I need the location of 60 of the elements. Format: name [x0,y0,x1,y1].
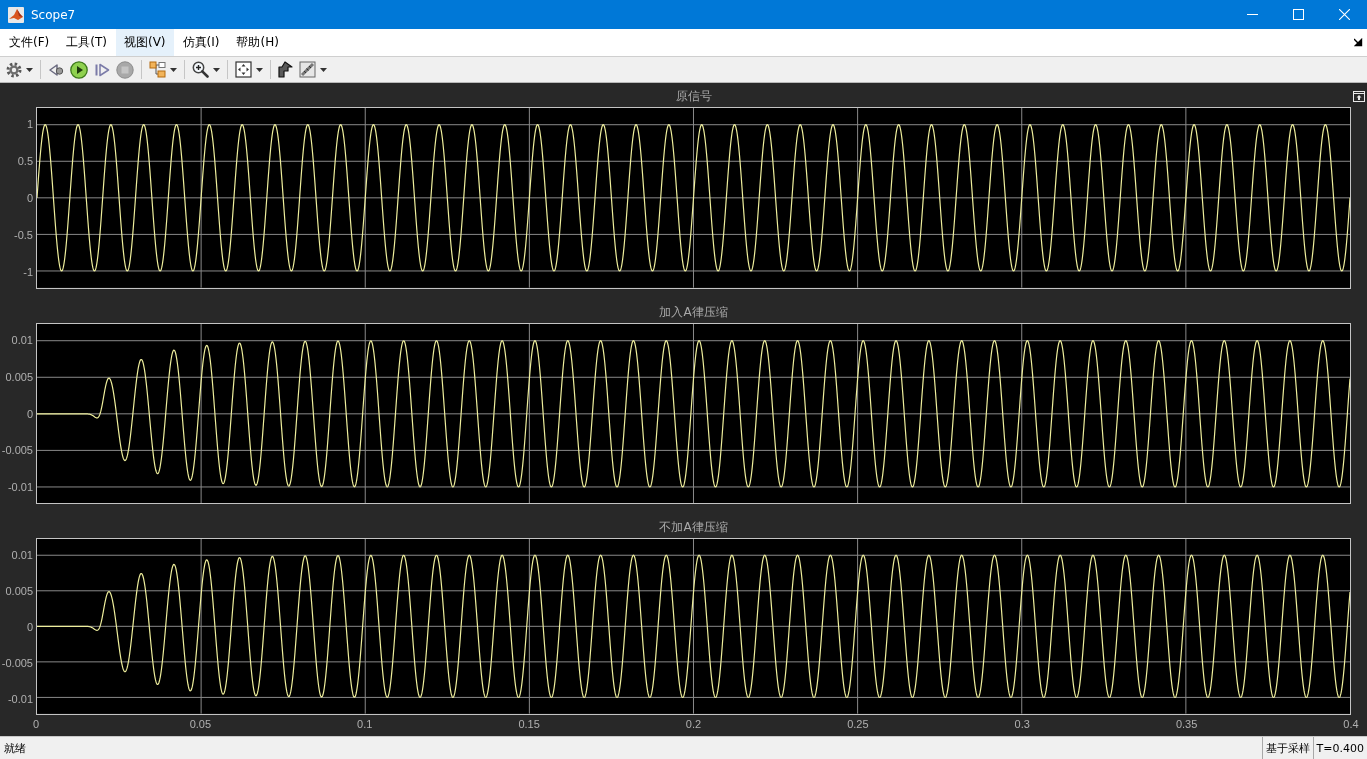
maximize-icon [1292,9,1304,20]
zoom-in-icon [192,61,209,78]
axis-tick-label: 0 [32,718,40,731]
menu-item[interactable]: 帮助(H) [228,29,287,56]
axis-tick-label: -0.5 [14,228,33,242]
blocks-icon [149,61,166,78]
axis-tick-label: 0.005 [5,370,33,384]
axis-tick-label: -0.01 [7,480,33,494]
axis-tick-label: 0.5 [17,154,33,168]
axis-tick-label: 0.15 [518,718,540,731]
sim-time-text: T=0.400 [1312,737,1367,759]
axis-tick-label: 1 [26,117,33,131]
axis-tick-label: 0.01 [11,548,33,562]
axis-tick-label: 0 [26,191,33,205]
axis-tick-label: 0 [26,620,33,634]
axis-tick-label: -0.005 [1,656,33,670]
menu-item[interactable]: 工具(T) [58,29,115,56]
gear-icon [6,61,22,78]
measure-button[interactable] [296,58,330,81]
window-title: Scope7 [31,7,76,22]
caret-icon [170,67,177,72]
minimize-icon [1246,14,1258,15]
caret-icon [320,67,327,72]
caret-icon [213,67,220,72]
dock-arrow-icon[interactable] [1354,38,1363,47]
sample-mode-text: 基于采样 [1261,737,1313,759]
caret-icon [26,67,33,72]
caret-icon [256,67,263,72]
bent-arrow-icon [278,61,293,78]
stop-icon [116,60,134,79]
play-icon [70,60,88,79]
axis-tick-label: 0.4 [1343,718,1359,731]
axis-tick-label: 0.005 [5,584,33,598]
axis-tick-label: 0.05 [189,718,212,731]
menu-item[interactable]: 视图(V) [115,29,174,56]
axis-tick-label: 0.35 [1175,718,1198,731]
step-back-icon [48,61,64,78]
axis-tick-label: 0 [26,407,33,420]
run-button[interactable] [67,58,91,81]
menu-item[interactable]: 文件(F) [1,29,58,56]
ruler-icon [299,61,316,78]
fit-view-icon [235,61,252,78]
axis-tick-label: 0.25 [847,718,869,731]
axis-tick-label: -0.01 [7,692,33,706]
fit-view-button[interactable] [232,58,266,81]
step-forward-icon [94,61,110,78]
peak-logo-icon [8,6,24,23]
plot-title: 原信号 [675,89,712,104]
plot-title: 不加A律压缩 [659,520,728,536]
plot-title: 加入A律压缩 [659,304,728,320]
axis-tick-label: -1 [23,265,33,279]
status-text: 就绪 [3,740,26,756]
axis-tick-label: 0.1 [357,718,373,731]
menu-item[interactable]: 仿真(I) [174,29,228,56]
blocks-button[interactable] [146,58,180,81]
close-icon [1338,9,1350,20]
axis-tick-label: 0.01 [11,333,33,347]
axis-tick-label: 0.3 [1014,718,1030,731]
axis-tick-label: 0.2 [685,718,702,731]
axis-tick-label: -0.005 [1,443,33,457]
